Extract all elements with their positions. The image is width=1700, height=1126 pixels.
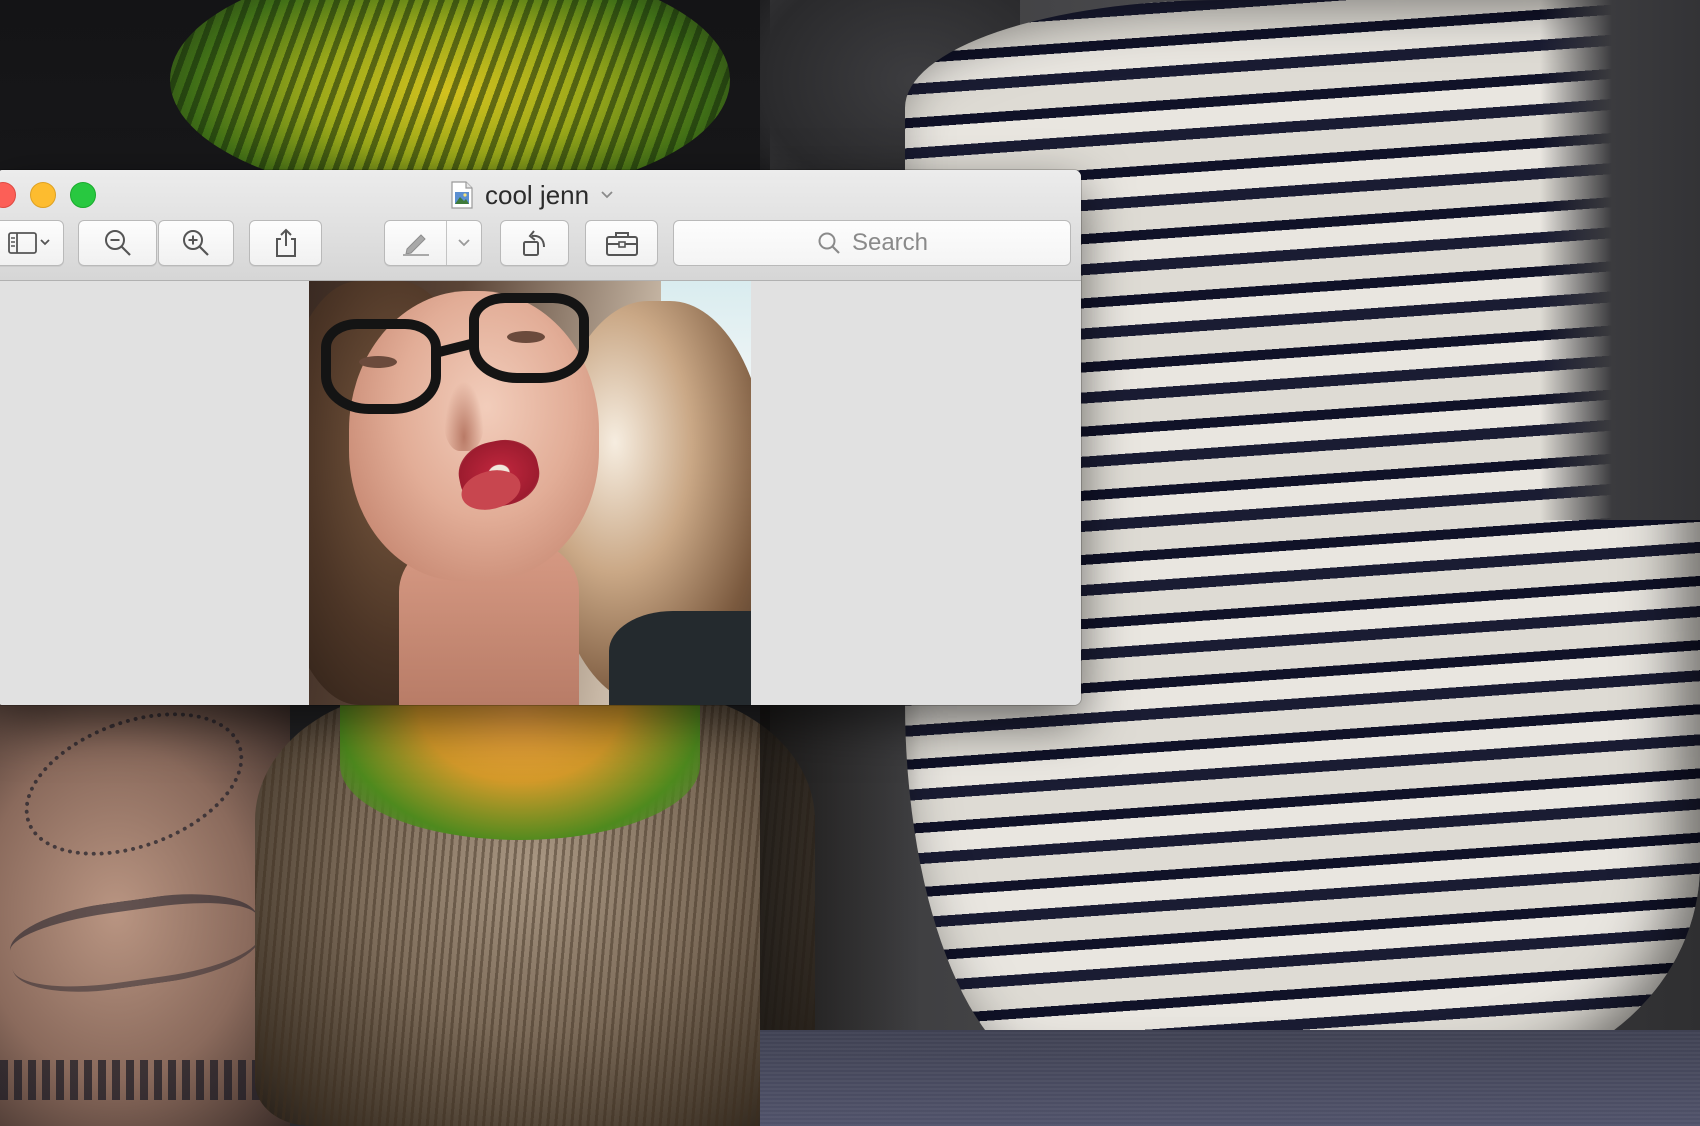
preview-window: cool jenn Search bbox=[0, 170, 1081, 705]
rotate-left-button[interactable] bbox=[500, 220, 569, 266]
markup-menu-button[interactable] bbox=[447, 221, 481, 265]
photo-glasses bbox=[321, 319, 441, 414]
share-icon bbox=[275, 228, 296, 257]
wallpaper-pants bbox=[760, 1030, 1700, 1126]
zoom-in-icon bbox=[183, 230, 209, 256]
markup-button[interactable] bbox=[385, 221, 448, 265]
window-title[interactable]: cool jenn bbox=[451, 178, 615, 212]
zoom-out-button[interactable] bbox=[78, 220, 157, 266]
share-button[interactable] bbox=[249, 220, 322, 266]
sidebar-view-icon bbox=[8, 232, 50, 254]
toolbox-button[interactable] bbox=[585, 220, 658, 266]
maximize-window-button[interactable] bbox=[70, 182, 96, 208]
displayed-photo[interactable] bbox=[309, 281, 751, 705]
markup-button-group bbox=[384, 220, 482, 266]
pen-markup-icon bbox=[402, 234, 429, 256]
chevron-down-icon bbox=[458, 239, 470, 247]
wallpaper-sweater-edge bbox=[1540, 0, 1700, 520]
rotate-left-icon bbox=[522, 230, 545, 256]
zoom-in-button[interactable] bbox=[158, 220, 234, 266]
search-field[interactable]: Search bbox=[673, 220, 1074, 267]
sidebar-view-button[interactable] bbox=[0, 220, 64, 266]
wallpaper-tattoo bbox=[0, 1060, 280, 1100]
chevron-down-icon[interactable] bbox=[599, 187, 615, 203]
search-input[interactable] bbox=[674, 221, 1074, 267]
photo-nose bbox=[444, 381, 484, 451]
window-title-text: cool jenn bbox=[485, 179, 590, 210]
wallpaper-cat-glow bbox=[340, 690, 700, 840]
zoom-out-icon bbox=[104, 230, 131, 256]
minimize-window-button[interactable] bbox=[30, 182, 56, 208]
window-titlebar[interactable]: cool jenn Search bbox=[0, 170, 1081, 281]
toolbox-icon bbox=[605, 232, 638, 256]
close-window-button[interactable] bbox=[0, 182, 16, 208]
photo-shirt bbox=[609, 611, 751, 705]
document-image-icon bbox=[451, 181, 473, 209]
photo-glasses bbox=[469, 293, 589, 383]
